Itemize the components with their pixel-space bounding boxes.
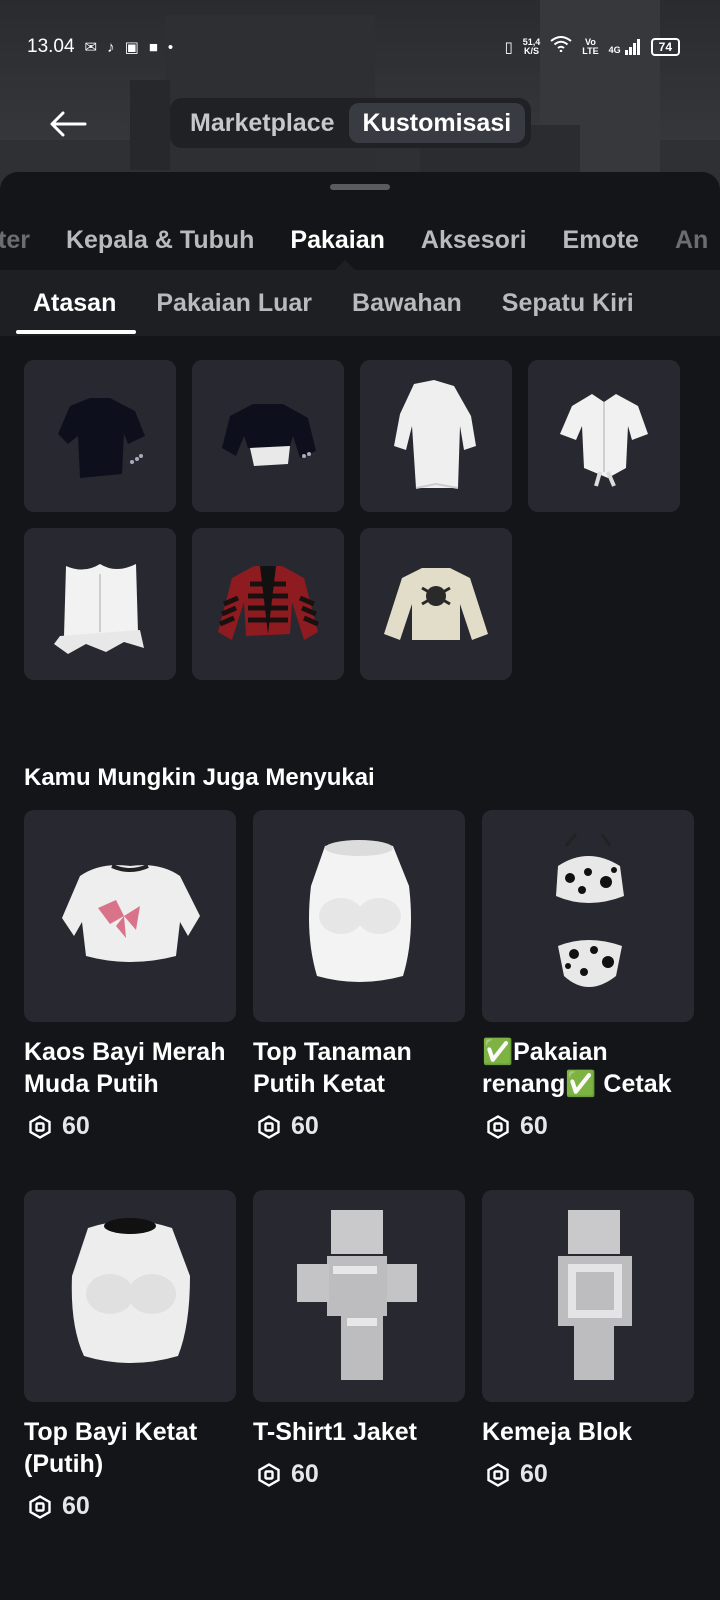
back-button[interactable] (46, 104, 90, 144)
red-striped-cardigan-icon (218, 566, 319, 640)
white-long-shirt-icon (394, 380, 476, 489)
category-tab-partial-left[interactable]: ter (0, 226, 48, 255)
blocky-mannequin-icon (297, 1210, 417, 1380)
inventory-item[interactable] (192, 528, 344, 680)
net-speed: 51,4 K/S (522, 37, 541, 56)
status-bar: 13.04 ✉ ♪ ▣ ■ • ▯ 51,4 K/S Vo LTE 4G 74 (0, 30, 720, 64)
inventory-item[interactable] (360, 360, 512, 512)
category-tabs: ter Kepala & Tubuh Pakaian Aksesori Emot… (0, 220, 720, 260)
pink-bow-crop-top-icon (62, 864, 200, 962)
robux-icon (257, 1114, 281, 1139)
wifi-icon (550, 36, 572, 58)
more-notifications-icon: • (167, 38, 174, 56)
blocky-mannequin-icon (558, 1210, 632, 1380)
recommendations-grid: Kaos Bayi Merah Muda Putih 60 Top Tanama… (24, 810, 696, 1580)
category-tab-emote[interactable]: Emote (545, 226, 657, 255)
product-card[interactable]: T-Shirt1 Jaket 60 (253, 1190, 465, 1580)
product-price: 60 (24, 1492, 236, 1521)
white-fitted-top-icon (71, 1218, 190, 1363)
black-tshirt-icon (58, 398, 145, 478)
black-crop-top-icon (222, 404, 316, 466)
product-image[interactable] (482, 1190, 694, 1402)
tiktok-icon: ♪ (107, 38, 115, 56)
subcategory-bar: Atasan Pakaian Luar Bawahan Sepatu Kiri (0, 270, 720, 336)
product-image[interactable] (253, 1190, 465, 1402)
product-name[interactable]: Kaos Bayi Merah Muda Putih (24, 1036, 236, 1100)
product-image[interactable] (482, 810, 694, 1022)
robux-icon (28, 1494, 52, 1519)
category-tab-aksesori[interactable]: Aksesori (403, 226, 545, 255)
product-card[interactable]: Kemeja Blok 60 (482, 1190, 694, 1580)
white-tied-shirt-icon (560, 394, 648, 487)
product-price: 60 (482, 1112, 694, 1141)
subtab-bawahan[interactable]: Bawahan (332, 270, 482, 336)
product-card[interactable]: Top Tanaman Putih Ketat 60 (253, 810, 465, 1190)
robux-icon (486, 1462, 510, 1487)
category-tab-kepala-tubuh[interactable]: Kepala & Tubuh (48, 226, 272, 255)
inventory-item[interactable] (360, 528, 512, 680)
product-price: 60 (482, 1460, 694, 1489)
product-price: 60 (253, 1112, 465, 1141)
clock: 13.04 (27, 36, 75, 57)
white-tank-top-icon (309, 840, 411, 982)
product-card[interactable]: Kaos Bayi Merah Muda Putih 60 (24, 810, 236, 1190)
product-name[interactable]: Kemeja Blok (482, 1416, 694, 1448)
product-image[interactable] (24, 1190, 236, 1402)
subtab-pakaian-luar[interactable]: Pakaian Luar (136, 270, 332, 336)
inventory-item[interactable] (24, 360, 176, 512)
volte-indicator: Vo LTE (582, 37, 599, 56)
recommendations-title: Kamu Mungkin Juga Menyukai (24, 764, 375, 791)
product-name[interactable]: ✅Pakaian renang✅ Cetak (482, 1036, 694, 1100)
signal-icon: 4G (609, 39, 641, 55)
product-name[interactable]: T-Shirt1 Jaket (253, 1416, 465, 1448)
app-icon: ▣ (124, 39, 139, 56)
category-tab-pakaian[interactable]: Pakaian (272, 226, 403, 255)
subtab-atasan[interactable]: Atasan (0, 270, 137, 336)
sheet-drag-handle[interactable] (330, 184, 390, 190)
vibrate-icon: ▯ (504, 39, 513, 56)
product-name[interactable]: Top Tanaman Putih Ketat (253, 1036, 465, 1100)
product-price: 60 (253, 1460, 465, 1489)
product-card[interactable]: ✅Pakaian renang✅ Cetak 60 (482, 810, 694, 1190)
top-tab-switcher: Marketplace Kustomisasi (170, 98, 532, 148)
tab-marketplace[interactable]: Marketplace (176, 103, 349, 143)
product-price: 60 (24, 1112, 236, 1141)
inventory-item[interactable] (24, 528, 176, 680)
product-name[interactable]: Top Bayi Ketat (Putih) (24, 1416, 236, 1480)
category-tab-partial-right[interactable]: An (657, 226, 720, 255)
beige-sweater-icon (384, 568, 488, 640)
inventory-item[interactable] (528, 360, 680, 512)
product-image[interactable] (253, 810, 465, 1022)
tab-kustomisasi[interactable]: Kustomisasi (348, 103, 526, 143)
gmail-icon: ✉ (84, 39, 98, 56)
roblox-icon: ■ (148, 38, 158, 56)
arrow-left-icon (50, 111, 87, 137)
robux-icon (486, 1114, 510, 1139)
subtab-sepatu-kiri[interactable]: Sepatu Kiri (482, 270, 654, 336)
product-card[interactable]: Top Bayi Ketat (Putih) 60 (24, 1190, 236, 1580)
product-image[interactable] (24, 810, 236, 1022)
active-category-caret (335, 260, 355, 270)
customization-sheet: ter Kepala & Tubuh Pakaian Aksesori Emot… (0, 172, 720, 1600)
robux-icon (257, 1462, 281, 1487)
robux-icon (28, 1114, 52, 1139)
inventory-grid (24, 360, 696, 680)
inventory-item[interactable] (192, 360, 344, 512)
white-corset-top-icon (54, 564, 144, 654)
battery-indicator: 74 (650, 38, 680, 56)
leopard-swimsuit-icon (556, 833, 624, 987)
